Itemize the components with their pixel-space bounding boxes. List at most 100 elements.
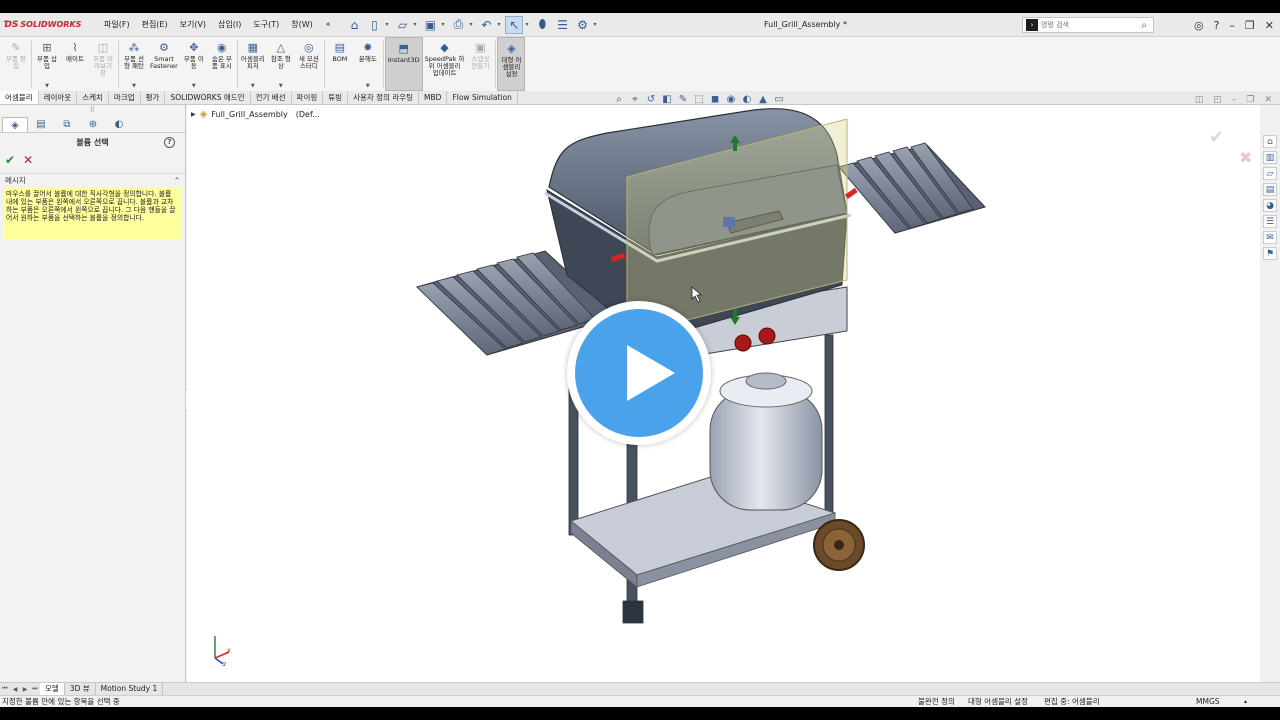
chevron-down-icon[interactable]: ▼ bbox=[132, 83, 136, 89]
feature-manager-tab-icon[interactable]: ◈ bbox=[2, 117, 28, 132]
pin-icon[interactable]: ✦ bbox=[319, 13, 338, 37]
solidworks-forum-icon[interactable]: ⚑ bbox=[1263, 247, 1277, 260]
zoom-area-icon[interactable]: ⌖ bbox=[628, 93, 642, 105]
ribbon-button-edit-component[interactable]: ✎ 부품 편 집 bbox=[2, 37, 30, 91]
split-view-icon[interactable]: ◫ bbox=[1195, 95, 1204, 105]
ribbon-button-show-hidden[interactable]: ◉ 숨은 부 품 표시 bbox=[208, 37, 236, 91]
home-icon[interactable]: ⌂ bbox=[345, 16, 363, 34]
chevron-up-icon[interactable]: ⌃ bbox=[174, 176, 180, 185]
apply-scene-icon[interactable]: ▲ bbox=[756, 93, 770, 105]
chevron-down-icon[interactable]: ▾ bbox=[469, 21, 475, 28]
view-orientation-icon[interactable]: ⬚ bbox=[692, 93, 706, 105]
chevron-down-icon[interactable]: ▾ bbox=[525, 21, 531, 28]
ribbon-button-exploded-view[interactable]: ✸ 분해도 ▼ bbox=[354, 37, 382, 91]
view-settings-icon[interactable]: ▭ bbox=[772, 93, 786, 105]
chevron-down-icon[interactable]: ▾ bbox=[413, 21, 419, 28]
ribbon-button-instant3d[interactable]: ⬒ Instant3D bbox=[384, 37, 423, 91]
tab-5[interactable]: SOLIDWORKS 애드인 bbox=[165, 91, 251, 104]
home-icon[interactable]: ⌂ bbox=[1263, 135, 1277, 148]
menu-edit[interactable]: 편집(E) bbox=[136, 13, 174, 37]
dimxpert-tab-icon[interactable]: ⊕ bbox=[80, 117, 106, 132]
ribbon-button-smart-fastener[interactable]: ⚙ Smart Fastener bbox=[148, 37, 180, 91]
message-group-header[interactable]: 메시지 ⌃ bbox=[0, 173, 185, 187]
menu-tools[interactable]: 도구(T) bbox=[247, 13, 285, 37]
ribbon-button-snapshot[interactable]: ▣ 스냅샷 만들기 bbox=[466, 37, 494, 91]
tab-11[interactable]: Flow Simulation bbox=[447, 91, 518, 104]
ribbon-button-reference-geometry[interactable]: △ 참조 형 상 ▼ bbox=[267, 37, 295, 91]
chevron-down-icon[interactable]: ▼ bbox=[192, 83, 196, 89]
tab-7[interactable]: 파이핑 bbox=[292, 91, 324, 104]
tab-6[interactable]: 전기 배선 bbox=[251, 91, 292, 104]
last-tab-icon[interactable]: ⏭ bbox=[30, 685, 40, 693]
chevron-down-icon[interactable]: ▼ bbox=[45, 83, 49, 89]
forum-icon[interactable]: ✉ bbox=[1263, 231, 1277, 244]
display-manager-tab-icon[interactable]: ◐ bbox=[106, 117, 132, 132]
cancel-x-icon[interactable]: ✖ bbox=[1239, 148, 1252, 167]
print-icon[interactable]: ⎙ bbox=[449, 16, 467, 34]
propane-tank[interactable] bbox=[709, 372, 823, 511]
resources-icon[interactable]: ▥ bbox=[1263, 151, 1277, 164]
menu-window[interactable]: 창(W) bbox=[285, 13, 319, 37]
open-icon[interactable]: ▱ bbox=[393, 16, 411, 34]
undo-icon[interactable]: ↶ bbox=[477, 16, 495, 34]
edit-appearance-icon[interactable]: ◐ bbox=[740, 93, 754, 105]
chevron-down-icon[interactable]: ▾ bbox=[441, 21, 447, 28]
status-large-assembly[interactable]: 대형 어셈블리 설정 bbox=[968, 696, 1028, 707]
menu-view[interactable]: 보기(V) bbox=[174, 13, 212, 37]
tab-3d-views[interactable]: 3D 뷰 bbox=[65, 683, 96, 695]
ribbon-button-insert-component[interactable]: ⊞ 부품 삽 입 ▼ bbox=[33, 37, 61, 91]
minimize-icon[interactable]: – bbox=[1229, 19, 1235, 32]
ribbon-button-preview-window[interactable]: ◫ 부품 미 리보기 창 bbox=[89, 37, 117, 91]
ribbon-button-mate[interactable]: ⌇ 메이트 bbox=[61, 37, 89, 91]
close-icon[interactable]: ✕ bbox=[1265, 19, 1274, 32]
chevron-up-icon[interactable]: ▴ bbox=[1244, 696, 1247, 707]
tab-10[interactable]: MBD bbox=[419, 91, 448, 104]
tab-0[interactable]: 어셈블리 bbox=[0, 91, 39, 104]
appearances-icon[interactable]: ◕ bbox=[1263, 199, 1277, 212]
hide-show-icon[interactable]: ◉ bbox=[724, 93, 738, 105]
tile-view-icon[interactable]: ◰ bbox=[1213, 95, 1222, 105]
tab-9[interactable]: 사용자 정의 라우팅 bbox=[348, 91, 420, 104]
tab-4[interactable]: 평가 bbox=[141, 91, 166, 104]
prev-tab-icon[interactable]: ◀ bbox=[10, 686, 20, 693]
ribbon-button-speedpak[interactable]: ◆ SpeedPak 하 위 어셈블리 업데이트 bbox=[423, 37, 467, 91]
help-icon[interactable]: ? bbox=[1214, 19, 1220, 32]
new-document-icon[interactable]: ▯ bbox=[365, 16, 383, 34]
configuration-manager-tab-icon[interactable]: ⧉ bbox=[54, 117, 80, 132]
tab-8[interactable]: 튜빙 bbox=[323, 91, 349, 104]
custom-properties-icon[interactable]: ☰ bbox=[1263, 215, 1277, 228]
chevron-down-icon[interactable]: ▼ bbox=[366, 83, 370, 89]
rebuild-icon[interactable]: ⬮ bbox=[533, 16, 551, 34]
ok-check-icon[interactable]: ✔ bbox=[5, 153, 15, 167]
minimize-icon[interactable]: – bbox=[1232, 95, 1237, 105]
ribbon-button-motion-study[interactable]: ◎ 새 모션 스터디 bbox=[295, 37, 323, 91]
confirm-check-icon[interactable]: ✔ bbox=[1209, 127, 1224, 148]
panel-grip[interactable]: ⠿ bbox=[0, 105, 185, 117]
section-view-icon[interactable]: ◧ bbox=[660, 93, 674, 105]
first-tab-icon[interactable]: ⏮ bbox=[0, 685, 10, 693]
help-icon[interactable]: ? bbox=[164, 137, 175, 148]
file-properties-icon[interactable]: ☰ bbox=[553, 16, 571, 34]
unit-system[interactable]: MMGS bbox=[1196, 696, 1220, 707]
zoom-to-fit-icon[interactable]: ⌕ bbox=[612, 93, 626, 105]
next-tab-icon[interactable]: ▶ bbox=[20, 686, 30, 693]
tab-3[interactable]: 마크업 bbox=[109, 91, 141, 104]
cancel-x-icon[interactable]: ✕ bbox=[23, 153, 33, 167]
command-search[interactable]: › 명령 검색 ⌕ bbox=[1022, 17, 1154, 33]
display-style-icon[interactable]: ◼ bbox=[708, 93, 722, 105]
design-library-icon[interactable]: ▱ bbox=[1263, 167, 1277, 180]
right-side-shelf[interactable] bbox=[838, 142, 986, 234]
graphics-area[interactable]: ▶ ◈ Full_Grill_Assembly (Def... ✔ ✖ x z bbox=[187, 105, 1260, 682]
chevron-down-icon[interactable]: ▼ bbox=[279, 83, 283, 89]
grill-model[interactable]: ✔ ✖ bbox=[187, 105, 1260, 682]
solidworks-logo[interactable]: ƊS SOLIDWORKS bbox=[4, 20, 90, 30]
chevron-down-icon[interactable]: ▾ bbox=[497, 21, 503, 28]
previous-view-icon[interactable]: ↺ bbox=[644, 93, 658, 105]
tab-motion-study-1[interactable]: Motion Study 1 bbox=[96, 683, 164, 695]
chevron-down-icon[interactable]: ▾ bbox=[385, 21, 391, 28]
file-explorer-icon[interactable]: ▤ bbox=[1263, 183, 1277, 196]
dynamic-annotation-icon[interactable]: ✎ bbox=[676, 93, 690, 105]
close-icon[interactable]: ✕ bbox=[1264, 95, 1272, 105]
video-play-button[interactable] bbox=[567, 301, 711, 445]
search-icon[interactable]: ⌕ bbox=[1141, 20, 1147, 31]
